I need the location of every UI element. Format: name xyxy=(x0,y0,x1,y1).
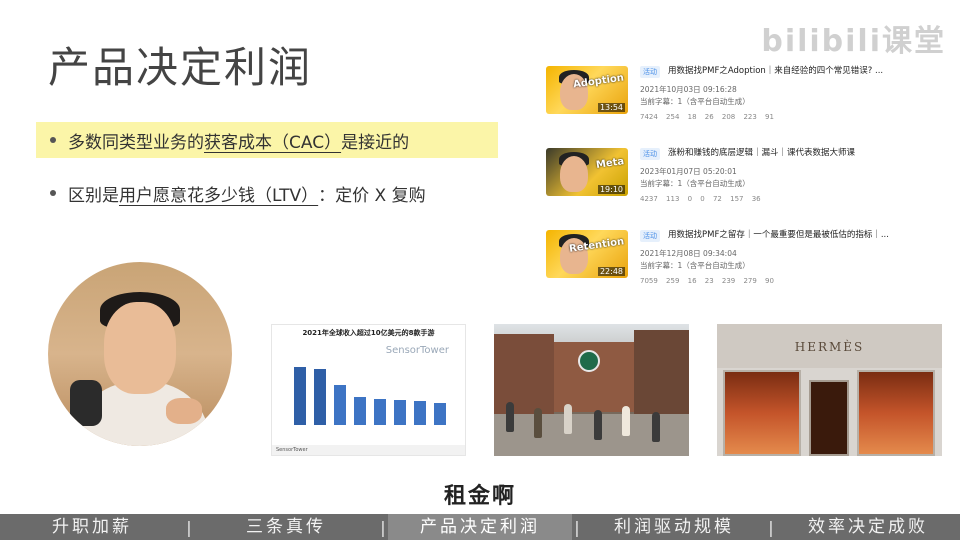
pedestrian xyxy=(652,412,660,442)
video-date: 2021年12月08日 09:34:04 xyxy=(640,249,737,258)
bullet-ltv: 区别是 用户愿意花多少钱（LTV） ：定价 X 复购 xyxy=(36,175,426,211)
pedestrian xyxy=(534,408,542,438)
video-stats: 7424 254 18 26 208 223 91 xyxy=(640,113,774,121)
nav-item-profit-scale[interactable]: 利润驱动规模 xyxy=(582,514,766,540)
bilibili-watermark: bilibili课堂 xyxy=(761,24,946,59)
starbucks-logo-icon xyxy=(578,350,600,372)
bullet-cac-underlined: 获客成本（CAC） xyxy=(204,132,342,153)
chart-image-title: 2021年全球收入超过10亿美元的8款手游 xyxy=(302,329,435,337)
bullet-ltv-post: ：定价 X 复购 xyxy=(318,185,426,206)
slide-title: 产品决定利润 xyxy=(48,43,313,92)
video-subtitle-count: 当前字幕：1（含平台自动生成） xyxy=(640,97,750,106)
store-window xyxy=(723,370,801,456)
video-item[interactable]: Adoption 13:54 活动 用数据找PMF之Adoption｜来自经验的… xyxy=(546,60,886,130)
bullet-cac-pre: 多数同类型业务的 xyxy=(68,132,204,153)
video-tag: 活动 xyxy=(640,66,660,78)
nav-separator: | xyxy=(768,517,774,537)
video-tag: 活动 xyxy=(640,230,660,242)
video-stats: 4237 113 0 0 72 157 36 xyxy=(640,195,761,203)
pedestrian xyxy=(506,402,514,432)
video-tag: 活动 xyxy=(640,148,660,160)
bullet-ltv-pre: 区别是 xyxy=(68,185,119,206)
video-thumbnail[interactable]: Retention 22:48 xyxy=(546,230,628,278)
chart-image-bar xyxy=(294,367,306,425)
video-duration: 13:54 xyxy=(597,103,625,112)
chart-image-footer: SensorTower xyxy=(272,445,465,455)
bullet-ltv-underlined: 用户愿意花多少钱（LTV） xyxy=(119,185,319,206)
hermes-brand-text: HERMÈS xyxy=(794,340,865,354)
nav-separator: | xyxy=(574,517,580,537)
nav-item-efficiency[interactable]: 效率决定成败 xyxy=(776,514,960,540)
store-window xyxy=(857,370,935,456)
video-thumbnail[interactable]: Adoption 13:54 xyxy=(546,66,628,114)
video-duration: 19:10 xyxy=(597,185,625,194)
chart-image-bar xyxy=(414,401,426,425)
avatar-hand xyxy=(166,398,202,424)
chart-image-bar xyxy=(374,399,386,425)
bullet-dot-icon xyxy=(50,137,56,143)
building xyxy=(494,334,554,414)
video-date: 2021年10月03日 09:16:28 xyxy=(640,85,737,94)
bullet-cac: 多数同类型业务的 获客成本（CAC） 是接近的 xyxy=(36,122,498,158)
chart-image-bar xyxy=(314,369,326,425)
microphone-icon xyxy=(70,380,102,426)
presenter-avatar xyxy=(48,262,232,446)
chart-image-plot xyxy=(292,361,456,425)
video-item[interactable]: Meta 19:10 活动 涨粉和赚钱的底层逻辑｜漏斗｜课代表数据大师课 202… xyxy=(546,142,886,212)
chart-image-bar xyxy=(354,397,366,425)
avatar-head xyxy=(104,302,176,394)
nav-item-promotion[interactable]: 升职加薪 xyxy=(0,514,184,540)
pedestrian xyxy=(594,410,602,440)
video-stats: 7059 259 16 23 239 279 90 xyxy=(640,277,774,285)
video-duration: 22:48 xyxy=(597,267,625,276)
video-subtitle-count: 当前字幕：1（含平台自动生成） xyxy=(640,179,750,188)
video-title[interactable]: 用数据找PMF之Adoption｜来自经验的四个常见错误? ... xyxy=(668,64,883,76)
video-title[interactable]: 用数据找PMF之留存｜一个最重要但是最被低估的指标｜... xyxy=(668,228,889,240)
video-item[interactable]: Retention 22:48 活动 用数据找PMF之留存｜一个最重要但是最被低… xyxy=(546,224,889,294)
sensortower-logo: SensorTower xyxy=(385,345,449,356)
nav-item-product-profit[interactable]: 产品决定利润 xyxy=(388,514,572,540)
starbucks-street-image xyxy=(494,324,689,456)
nav-separator: | xyxy=(186,517,192,537)
bullet-dot-icon xyxy=(50,190,56,196)
mobile-games-revenue-image: 2021年全球收入超过10亿美元的8款手游 SensorTower Sensor… xyxy=(271,324,466,456)
video-date: 2023年01月07日 05:20:01 xyxy=(640,167,737,176)
slide: 产品决定利润 bilibili课堂 多数同类型业务的 获客成本（CAC） 是接近… xyxy=(0,0,960,514)
hermes-store-image: HERMÈS xyxy=(717,324,942,456)
chart-image-bar xyxy=(334,385,346,425)
nav-item-three-truths[interactable]: 三条真传 xyxy=(194,514,378,540)
bullet-cac-post: 是接近的 xyxy=(341,132,410,153)
video-title[interactable]: 涨粉和赚钱的底层逻辑｜漏斗｜课代表数据大师课 xyxy=(668,146,855,158)
pedestrian xyxy=(622,406,630,436)
chart-image-bar xyxy=(434,403,446,425)
store-door xyxy=(809,380,849,456)
video-thumbnail[interactable]: Meta 19:10 xyxy=(546,148,628,196)
building xyxy=(634,330,689,414)
chapter-navbar: 升职加薪 | 三条真传 | 产品决定利润 | 利润驱动规模 | 效率决定成败 xyxy=(0,514,960,540)
thumb-face xyxy=(560,156,588,192)
nav-separator: | xyxy=(380,517,386,537)
video-subtitle-count: 当前字幕：1（含平台自动生成） xyxy=(640,261,750,270)
video-caption: 租金啊 xyxy=(443,484,516,509)
chart-image-bar xyxy=(394,400,406,425)
thumb-label: Meta xyxy=(595,156,625,171)
pedestrian xyxy=(564,404,572,434)
